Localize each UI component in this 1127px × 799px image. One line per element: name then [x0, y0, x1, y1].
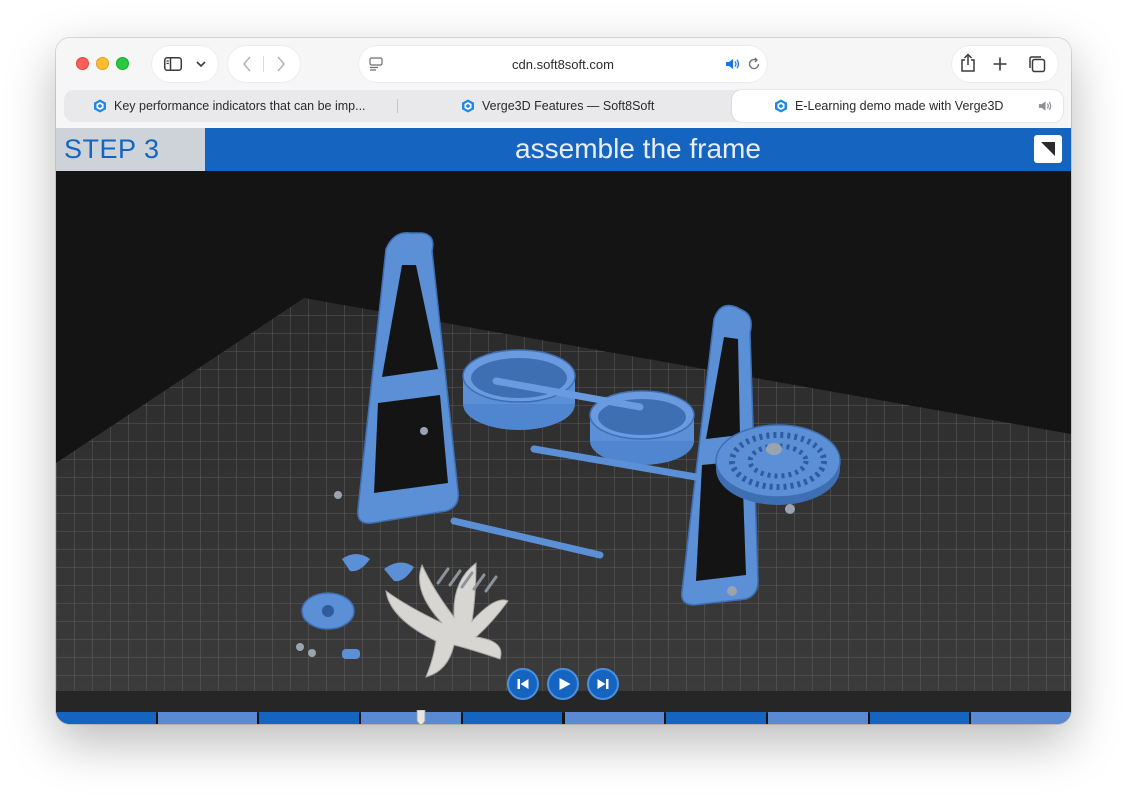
timeline-scrubber[interactable] [416, 710, 426, 724]
web-content: STEP 3 assemble the frame [56, 128, 1071, 724]
navigation-buttons [228, 46, 300, 82]
fan-grille [715, 424, 841, 505]
verge3d-favicon-icon [462, 99, 474, 113]
toolbar-right-group [952, 46, 1058, 82]
step-timeline[interactable] [56, 710, 1071, 724]
sidebar-toggle-button[interactable] [152, 46, 218, 82]
step-title: assemble the frame [515, 133, 761, 164]
zoom-window-button[interactable] [116, 57, 129, 70]
timeline-segment[interactable] [361, 712, 461, 724]
browser-window: cdn.soft8soft.com Key performance indica… [56, 38, 1071, 724]
skip-back-icon [517, 679, 529, 689]
tab-label: Verge3D Features — Soft8Soft [482, 99, 655, 113]
close-window-button[interactable] [76, 57, 89, 70]
3d-viewport[interactable] [56, 171, 1071, 713]
nav-divider [263, 56, 264, 72]
address-bar[interactable]: cdn.soft8soft.com [359, 46, 767, 82]
share-icon[interactable] [960, 53, 976, 73]
verge3d-favicon-icon [775, 99, 787, 113]
tab-separator [397, 99, 398, 113]
timeline-segment[interactable] [666, 712, 766, 724]
timeline-segment[interactable] [564, 712, 665, 724]
reload-icon[interactable] [747, 57, 761, 71]
play-icon [559, 678, 571, 690]
skip-forward-icon [597, 679, 609, 689]
timeline-segment[interactable] [869, 712, 970, 724]
forward-arrow-icon[interactable] [276, 56, 286, 72]
timeline-segment[interactable] [767, 712, 868, 724]
step-header: STEP 3 assemble the frame [56, 128, 1071, 171]
fullscreen-button[interactable] [1034, 135, 1062, 163]
tabs-overview-icon[interactable] [1028, 55, 1046, 73]
plus-icon[interactable] [993, 57, 1007, 71]
fullscreen-icon [1041, 142, 1055, 156]
play-button[interactable] [547, 668, 579, 700]
sidebar-icon [164, 57, 182, 71]
minimize-window-button[interactable] [96, 57, 109, 70]
verge3d-favicon-icon [94, 99, 106, 113]
playback-controls [507, 668, 621, 700]
tab-bar: Key performance indicators that can be i… [64, 90, 1063, 122]
timeline-segment[interactable] [971, 712, 1071, 724]
back-arrow-icon[interactable] [242, 56, 252, 72]
tab-label: E-Learning demo made with Verge3D [795, 99, 1004, 113]
tab-verge3d-features[interactable]: Verge3D Features — Soft8Soft [400, 90, 732, 122]
timeline-segment[interactable] [157, 712, 258, 724]
speaker-icon[interactable] [725, 58, 741, 70]
tab-e-learning-demo[interactable]: E-Learning demo made with Verge3D [732, 90, 1063, 122]
browser-toolbar: cdn.soft8soft.com [56, 38, 1071, 90]
tab-label: Key performance indicators that can be i… [114, 99, 366, 113]
previous-step-button[interactable] [507, 668, 539, 700]
address-text: cdn.soft8soft.com [512, 57, 614, 72]
timeline-segment[interactable] [462, 712, 563, 724]
tab-speaker-icon[interactable] [1038, 100, 1053, 112]
timeline-segment[interactable] [56, 712, 156, 724]
step-number: STEP 3 [56, 128, 205, 171]
next-step-button[interactable] [587, 668, 619, 700]
chevron-down-icon[interactable] [196, 61, 206, 68]
tab-kpi[interactable]: Key performance indicators that can be i… [64, 90, 400, 122]
timeline-segment[interactable] [259, 712, 360, 724]
